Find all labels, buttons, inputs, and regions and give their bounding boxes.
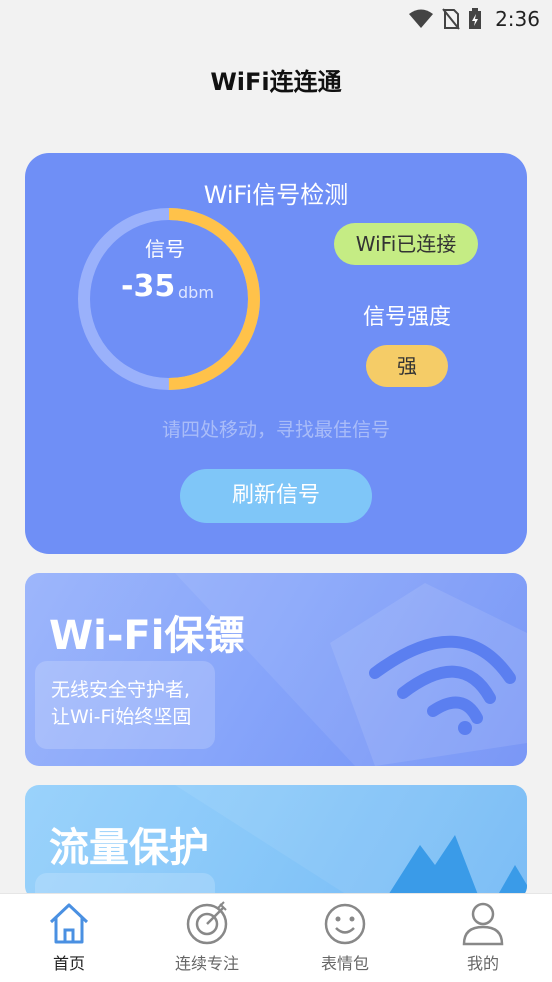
tab-focus[interactable]: 连续专注 [157, 894, 257, 982]
signal-value: -35 [121, 269, 176, 304]
page-title: WiFi连连通 [210, 68, 342, 96]
tab-profile[interactable]: 我的 [433, 894, 533, 982]
tab-label: 连续专注 [174, 954, 239, 973]
banner-desc-line: 让Wi-Fi始终坚固 [51, 706, 192, 728]
tab-label: 我的 [466, 954, 499, 973]
tab-label: 表情包 [320, 954, 369, 973]
traffic-protect-banner[interactable]: 流量保护 [25, 785, 527, 900]
banner-description: 无线安全守护者, 让Wi-Fi始终坚固 [51, 677, 191, 731]
strength-badge: 强 [366, 345, 448, 387]
signal-unit: dbm [178, 283, 214, 302]
smiley-icon [324, 903, 366, 945]
strength-label: 信号强度 [362, 305, 451, 330]
banner-title: 流量保护 [49, 825, 209, 871]
wifi-guard-banner[interactable]: Wi-Fi保镖 无线安全守护者, 让Wi-Fi始终坚固 [25, 573, 527, 766]
focus-icon [186, 901, 228, 945]
status-bar: 2:36 [0, 0, 552, 38]
no-sim-icon [442, 8, 460, 30]
status-time: 2:36 [495, 7, 540, 31]
banner-desc-line: 无线安全守护者, [51, 679, 191, 701]
tab-label: 首页 [52, 954, 85, 973]
tab-stickers[interactable]: 表情包 [295, 894, 395, 982]
profile-icon [462, 902, 504, 946]
bottom-tab-bar: 首页 连续专注 表情包 我的 [0, 893, 552, 982]
tab-home[interactable]: 首页 [19, 894, 119, 982]
connection-status-badge: WiFi已连接 [334, 223, 478, 265]
banner-title: Wi-Fi保镖 [49, 613, 245, 659]
refresh-signal-button[interactable]: 刷新信号 [180, 469, 372, 523]
gauge-label: 信号 [145, 237, 185, 261]
signal-detection-card: WiFi信号检测 信号 -35 dbm WiFi已连接 信号强度 强 请四处移动… [25, 153, 527, 554]
status-icons [408, 8, 482, 30]
hint-text: 请四处移动，寻找最佳信号 [161, 419, 390, 441]
wifi-signal-icon [409, 9, 433, 28]
home-icon [49, 903, 89, 944]
battery-charging-icon [469, 8, 481, 29]
